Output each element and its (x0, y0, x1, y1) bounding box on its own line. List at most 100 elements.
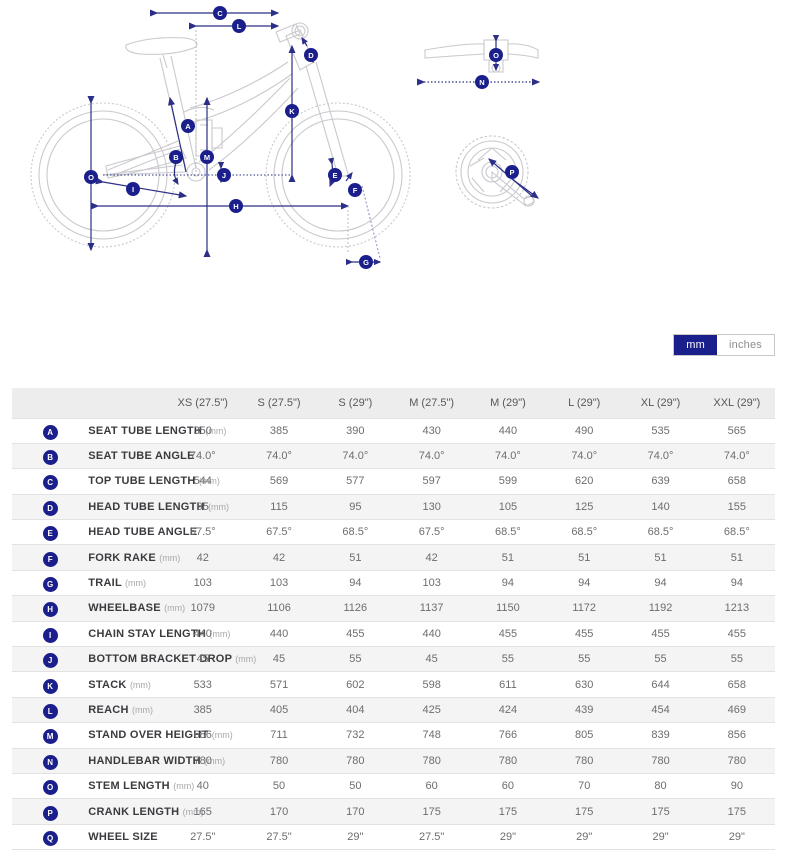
row-badge-cell: K (12, 672, 88, 697)
row-label: TOP TUBE LENGTH (88, 475, 196, 488)
row-badge-c: C (42, 475, 58, 491)
cell-value: 55 (349, 653, 362, 666)
header-name-cell (88, 388, 165, 418)
cell-value: 74.0° (723, 450, 750, 463)
cell-value: 68.5° (723, 526, 750, 539)
row-label: SEAT TUBE ANGLE (88, 450, 195, 463)
row-badge-d: D (42, 500, 58, 516)
cell-value: 60 (501, 780, 515, 793)
cell-value: 571 (269, 678, 289, 691)
cell-value: 404 (346, 703, 365, 716)
cell-value: 80 (654, 780, 667, 793)
row-label-cell: HANDLEBAR WIDTH (mm) (88, 748, 225, 773)
row-badge-cell: J (12, 647, 88, 672)
cell-value: 597 (422, 475, 441, 488)
row-badge-cell: B (12, 443, 88, 468)
cell-value: 29" (499, 830, 516, 843)
row-label: CRANK LENGTH (88, 805, 180, 818)
table-row: N HANDLEBAR WIDTH (mm) 780 780 780 780 780 780 7… (12, 748, 775, 774)
unit-toggle-group[interactable]: mm inches (673, 334, 775, 356)
row-badge-j: J (42, 653, 58, 669)
row-label-cell: STAND OVER HEIGHT (mm) (88, 723, 232, 748)
cell-value: 1126 (343, 602, 368, 615)
cell-value: 455 (498, 627, 518, 640)
cell-value: 60 (425, 780, 438, 793)
row-badge-cell: O (12, 773, 88, 798)
cell-value: 125 (575, 500, 594, 513)
row-label: HEAD TUBE ANGLE (88, 526, 198, 539)
table-row: M STAND OVER HEIGHT (mm) 686 711 732 748 766 80… (12, 722, 775, 749)
cell-value: 455 (651, 627, 670, 640)
cell-value: 454 (651, 703, 670, 716)
cell-value: 455 (575, 627, 594, 640)
row-badge-f: F (42, 551, 58, 567)
header-size-s-275: S (27.5") (257, 396, 301, 409)
table-row: D HEAD TUBE LENGTH (mm) 95 115 95 130 105 125 14… (12, 494, 775, 520)
cell-value: 94 (654, 577, 667, 590)
cell-value: 42 (425, 551, 438, 564)
cell-value: 780 (422, 754, 441, 767)
row-badge-l: L (42, 703, 58, 719)
unit-toggle-mm[interactable]: mm (674, 335, 717, 355)
row-label-cell: REACH (mm) (88, 697, 164, 722)
row-label-cell: WHEEL SIZE (88, 824, 164, 849)
crankset-view (455, 135, 535, 209)
row-badge-cell: N (12, 748, 88, 773)
row-badge-cell: D (12, 494, 88, 519)
cell-value: 103 (422, 577, 441, 590)
table-row: K STACK (mm) 533 571 602 598 611 630 644 658 (12, 671, 775, 698)
header-size-m-29: M (29") (490, 396, 526, 409)
row-label-cell: SEAT TUBE LENGTH (mm) (88, 418, 226, 443)
svg-text:N: N (479, 78, 484, 87)
cell-value: 599 (498, 475, 518, 488)
cell-value: 68.5° (342, 526, 369, 539)
cell-value: 644 (651, 678, 670, 691)
table-header-row: XS (27.5") S (27.5") S (29") M (27.5") M… (12, 388, 775, 418)
row-badge-g: G (42, 577, 58, 593)
cell-value: 1172 (572, 602, 597, 615)
row-badge-cell: L (12, 697, 88, 722)
cell-value: 67.5° (418, 526, 445, 539)
row-label: STAND OVER HEIGHT (88, 729, 209, 742)
svg-text:A: A (185, 122, 191, 131)
header-size-l-29: L (29") (568, 396, 601, 409)
svg-text:J: J (222, 171, 226, 180)
row-label-cell: SEAT TUBE ANGLE (88, 443, 194, 468)
cell-value: 70 (578, 780, 591, 793)
row-badge-cell: E (12, 520, 88, 545)
svg-text:M: M (204, 153, 210, 162)
row-badge-a: A (42, 424, 58, 440)
row-label: HANDLEBAR WIDTH (88, 754, 201, 767)
cell-value: 29" (347, 830, 364, 843)
cell-value: 439 (575, 703, 594, 716)
cell-value: 55 (730, 653, 743, 666)
cell-value: 55 (578, 653, 591, 666)
cell-value: 602 (346, 678, 365, 691)
svg-text:H: H (233, 202, 238, 211)
table-row: G TRAIL (mm) 103 103 94 103 94 94 94 94 (12, 570, 775, 596)
cell-value: 839 (651, 729, 670, 742)
cell-value: 74.0° (647, 450, 674, 463)
svg-text:O: O (88, 173, 94, 182)
cell-value: 27.5" (190, 830, 216, 843)
unit-toggle-inches[interactable]: inches (717, 335, 774, 355)
row-label-unit: (mm) (125, 578, 147, 589)
svg-text:D: D (308, 51, 314, 60)
cell-value: 55 (501, 653, 515, 666)
table-row: A SEAT TUBE LENGTH (mm) 350 385 390 430 440 490… (12, 418, 775, 444)
row-badge-i: I (42, 627, 58, 643)
cell-value: 611 (499, 678, 517, 691)
cell-value: 175 (651, 805, 670, 818)
cell-value: 175 (498, 805, 518, 818)
row-label: FORK RAKE (88, 551, 156, 564)
cell-value: 42 (272, 551, 286, 564)
cell-value: 29" (576, 830, 593, 843)
cell-value: 780 (727, 754, 747, 767)
cell-value: 1213 (724, 602, 750, 615)
svg-text:L: L (237, 22, 242, 31)
row-label-cell: TRAIL (mm) (88, 570, 164, 595)
cell-value: 94 (349, 577, 362, 590)
row-badge-m: M (42, 729, 58, 745)
cell-value: 51 (730, 551, 743, 564)
row-label-cell: STEM LENGTH (mm) (88, 773, 194, 798)
